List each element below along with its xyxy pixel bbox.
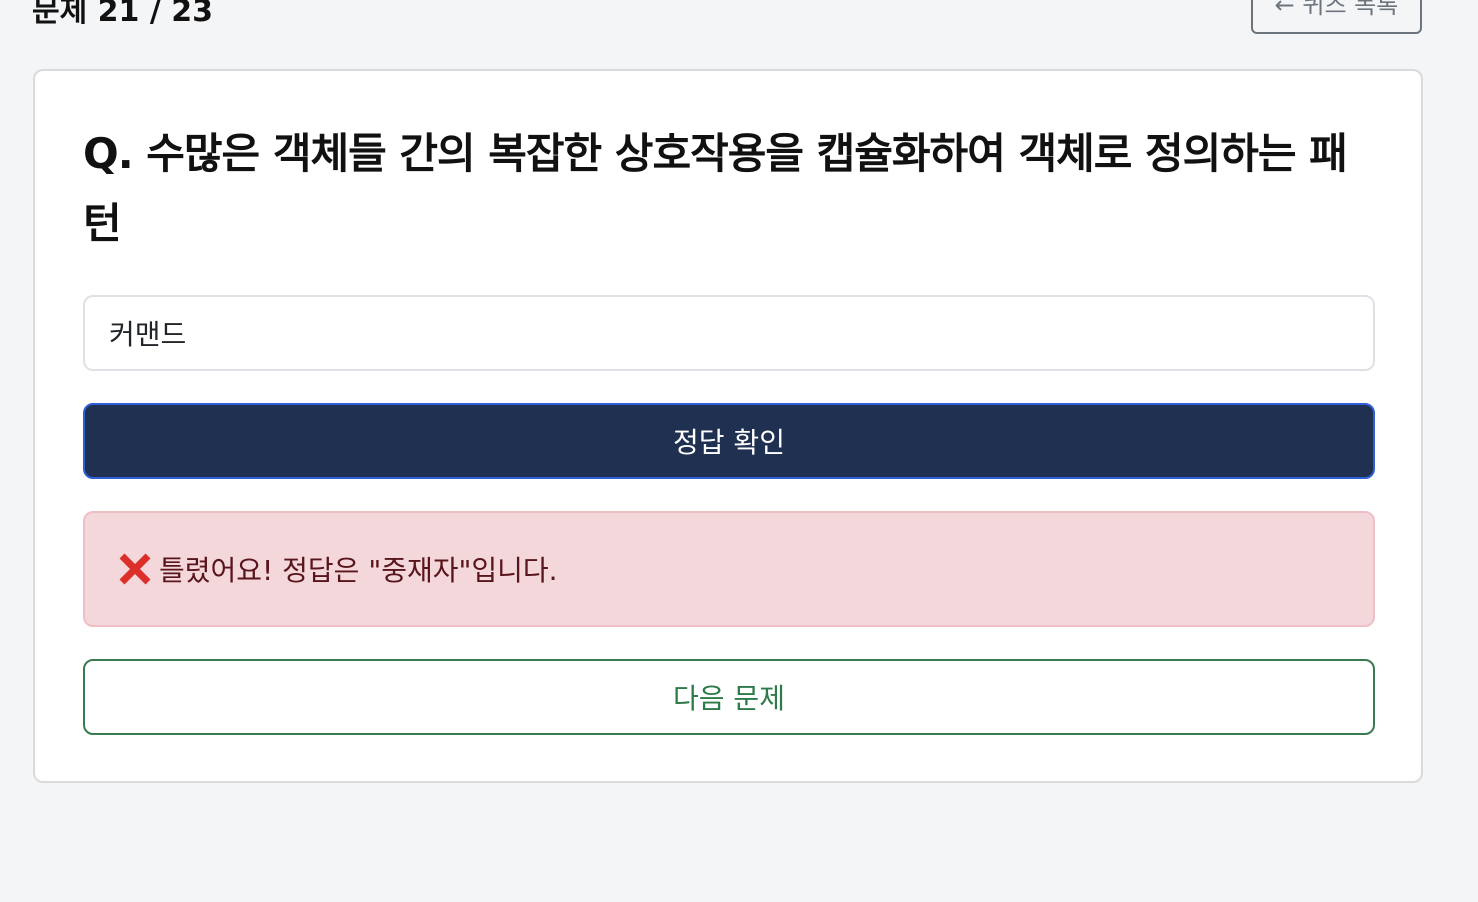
check-answer-button[interactable]: 정답 확인 [83,403,1375,479]
answer-input[interactable] [83,295,1375,371]
next-question-button[interactable]: 다음 문제 [83,659,1375,735]
result-message: 틀렸어요! 정답은 "중재자"입니다. [159,554,558,587]
cross-mark-icon [117,551,153,587]
question-text: Q. 수많은 객체들 간의 복잡한 상호작용을 캡슐화하여 객체로 정의하는 패… [83,129,1348,248]
quiz-card: Q. 수많은 객체들 간의 복잡한 상호작용을 캡슐화하여 객체로 정의하는 패… [33,69,1423,783]
top-bar: 문제 21 / 23 ← 퀴즈 목록 [0,0,1478,40]
result-alert: 틀렸어요! 정답은 "중재자"입니다. [83,511,1375,627]
question-counter: 문제 21 / 23 [32,0,213,29]
back-to-quiz-list-button[interactable]: ← 퀴즈 목록 [1251,0,1422,34]
